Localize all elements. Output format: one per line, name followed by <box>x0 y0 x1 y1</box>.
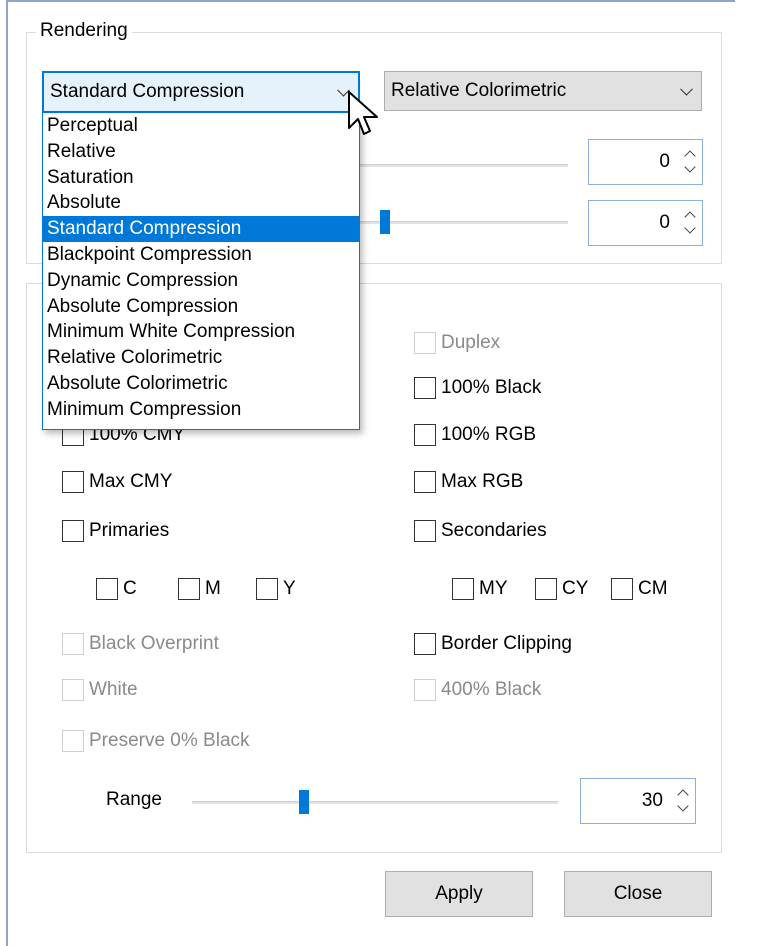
dropdown-item[interactable]: Standard Compression <box>43 216 359 242</box>
dropdown-item[interactable]: Relative Colorimetric <box>43 345 359 371</box>
spin-up-icon[interactable] <box>684 150 696 162</box>
range-spin[interactable]: 30 <box>580 778 696 824</box>
range-slider-track[interactable] <box>192 801 558 804</box>
duplex-checkbox[interactable]: Duplex <box>414 332 500 354</box>
cm-checkbox[interactable]: CM <box>611 578 668 600</box>
checkbox-box[interactable] <box>414 679 436 701</box>
checkbox-box[interactable] <box>414 633 436 655</box>
checkbox-box[interactable] <box>414 332 436 354</box>
rgb-100-checkbox[interactable]: 100% RGB <box>414 424 536 446</box>
max-rgb-checkbox[interactable]: Max RGB <box>414 471 523 493</box>
spin-up-icon[interactable] <box>684 211 696 223</box>
rendering-group-label: Rendering <box>36 20 132 42</box>
black-overprint-checkbox[interactable]: Black Overprint <box>62 633 219 655</box>
preserve-0-black-checkbox[interactable]: Preserve 0% Black <box>62 730 250 752</box>
spin-2[interactable]: 0 <box>588 200 703 246</box>
spin-down-icon[interactable] <box>677 800 689 812</box>
intent-combo[interactable]: Standard Compression <box>42 71 360 113</box>
checkbox-box[interactable] <box>535 578 557 600</box>
checkbox-box[interactable] <box>62 633 84 655</box>
dropdown-item[interactable]: Minimum White Compression <box>43 319 359 345</box>
dropdown-item[interactable]: Absolute Colorimetric <box>43 371 359 397</box>
spin-2-value: 0 <box>659 212 670 233</box>
mouse-cursor-icon <box>348 91 378 135</box>
my-checkbox[interactable]: MY <box>452 578 508 600</box>
m-checkbox[interactable]: M <box>178 578 221 600</box>
checkbox-box[interactable] <box>256 578 278 600</box>
checkbox-box[interactable] <box>62 520 84 542</box>
dropdown-item[interactable]: Saturation <box>43 165 359 191</box>
border-clipping-checkbox[interactable]: Border Clipping <box>414 633 572 655</box>
close-button[interactable]: Close <box>564 871 712 917</box>
intent-dropdown-list: Perceptual Relative Saturation Absolute Stan… <box>42 112 360 430</box>
range-label: Range <box>106 789 162 810</box>
dropdown-item[interactable]: Absolute Compression <box>43 294 359 320</box>
dropdown-item[interactable]: Perceptual <box>43 113 359 139</box>
cy-checkbox[interactable]: CY <box>535 578 588 600</box>
max-cmy-checkbox[interactable]: Max CMY <box>62 471 172 493</box>
checkbox-box[interactable] <box>62 730 84 752</box>
white-checkbox[interactable]: White <box>62 679 138 701</box>
dropdown-item[interactable]: Relative <box>43 139 359 165</box>
range-slider-thumb[interactable] <box>299 790 309 814</box>
spin-down-icon[interactable] <box>684 222 696 234</box>
checkbox-box[interactable] <box>611 578 633 600</box>
checkbox-box[interactable] <box>414 377 436 399</box>
checkbox-box[interactable] <box>62 679 84 701</box>
checkbox-box[interactable] <box>414 520 436 542</box>
dropdown-item[interactable]: Dynamic Compression <box>43 268 359 294</box>
checkbox-box[interactable] <box>178 578 200 600</box>
spin-1-value: 0 <box>659 151 670 172</box>
dropdown-item[interactable]: Absolute <box>43 190 359 216</box>
method-combo[interactable]: Relative Colorimetric <box>384 71 702 111</box>
intent-combo-value: Standard Compression <box>50 81 245 102</box>
spin-up-icon[interactable] <box>677 789 689 801</box>
y-checkbox[interactable]: Y <box>256 578 296 600</box>
slider-2-thumb[interactable] <box>380 210 390 234</box>
checkbox-box[interactable] <box>452 578 474 600</box>
range-spin-value: 30 <box>641 790 663 811</box>
checkbox-box[interactable] <box>414 471 436 493</box>
slider-1-track[interactable] <box>360 164 568 167</box>
black-100-checkbox[interactable]: 100% Black <box>414 377 541 399</box>
method-combo-value: Relative Colorimetric <box>391 80 567 101</box>
primaries-checkbox[interactable]: Primaries <box>62 520 169 542</box>
c-checkbox[interactable]: C <box>96 578 137 600</box>
secondaries-checkbox[interactable]: Secondaries <box>414 520 547 542</box>
checkbox-box[interactable] <box>96 578 118 600</box>
spin-1[interactable]: 0 <box>588 139 703 185</box>
black-400-checkbox[interactable]: 400% Black <box>414 679 541 701</box>
apply-button[interactable]: Apply <box>385 871 533 917</box>
slider-2-track[interactable] <box>360 221 568 224</box>
chevron-down-icon <box>680 82 693 96</box>
checkbox-box[interactable] <box>414 424 436 446</box>
dropdown-item[interactable]: Blackpoint Compression <box>43 242 359 268</box>
checkbox-box[interactable] <box>62 471 84 493</box>
spin-down-icon[interactable] <box>684 161 696 173</box>
dropdown-item[interactable]: Minimum Compression <box>43 397 359 423</box>
